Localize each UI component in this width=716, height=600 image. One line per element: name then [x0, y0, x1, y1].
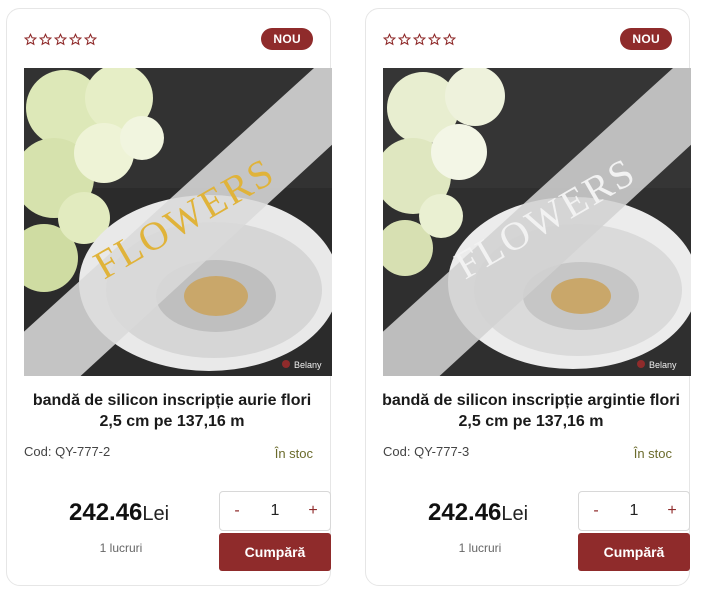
- star-icon: [24, 33, 37, 46]
- increment-button[interactable]: +: [296, 492, 330, 530]
- star-icon: [413, 33, 426, 46]
- product-title[interactable]: bandă de silicon inscripție aurie flori …: [22, 390, 322, 432]
- watermark-text: Belany: [294, 360, 322, 370]
- new-badge: NOU: [261, 28, 313, 50]
- star-icon: [39, 33, 52, 46]
- units-label: 1 lucruri: [458, 541, 502, 555]
- product-code: Cod: QY-777-2: [24, 444, 111, 459]
- watermark-text: Belany: [649, 360, 677, 370]
- decrement-button[interactable]: -: [220, 492, 254, 530]
- price: 242.46Lei: [69, 499, 169, 527]
- product-card: NOU FLOWERS Belany bandă de silicon insc…: [6, 8, 332, 586]
- product-title[interactable]: bandă de silicon inscripție argintie flo…: [381, 390, 681, 432]
- star-icon: [84, 33, 97, 46]
- star-icon: [443, 33, 456, 46]
- product-code: Cod: QY-777-3: [383, 444, 470, 459]
- star-icon: [383, 33, 396, 46]
- quantity-input[interactable]: 1: [254, 492, 296, 530]
- increment-button[interactable]: +: [655, 492, 689, 530]
- buy-button[interactable]: Cumpără: [578, 533, 690, 571]
- quantity-stepper: - 1 +: [219, 491, 331, 531]
- price-value: 242.46: [69, 499, 143, 526]
- buy-button[interactable]: Cumpără: [219, 533, 331, 571]
- stock-status: În stoc: [274, 446, 313, 461]
- product-image[interactable]: FLOWERS Belany: [383, 68, 691, 376]
- rating-stars: [383, 33, 456, 46]
- rating-stars: [24, 33, 97, 46]
- units-label: 1 lucruri: [99, 541, 143, 555]
- quantity-stepper: - 1 +: [578, 491, 690, 531]
- product-card: NOU FLOWERS Belany bandă de silicon insc…: [365, 8, 691, 586]
- product-image[interactable]: FLOWERS Belany: [24, 68, 332, 376]
- star-icon: [398, 33, 411, 46]
- price-currency: Lei: [142, 503, 170, 525]
- new-badge: NOU: [620, 28, 672, 50]
- quantity-input[interactable]: 1: [613, 492, 655, 530]
- star-icon: [54, 33, 67, 46]
- stock-status: În stoc: [633, 446, 672, 461]
- price-currency: Lei: [501, 503, 529, 525]
- price: 242.46Lei: [428, 499, 528, 527]
- star-icon: [69, 33, 82, 46]
- price-value: 242.46: [428, 499, 502, 526]
- decrement-button[interactable]: -: [579, 492, 613, 530]
- star-icon: [428, 33, 441, 46]
